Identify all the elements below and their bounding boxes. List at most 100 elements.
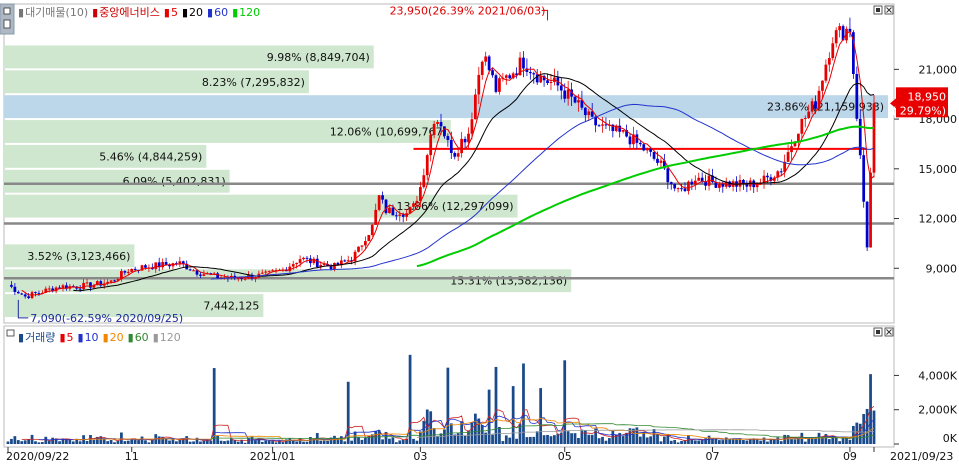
volume-bar bbox=[147, 442, 151, 444]
volume-bar bbox=[625, 432, 628, 444]
candle-body bbox=[858, 118, 862, 156]
candle-body bbox=[343, 260, 347, 262]
volume-bar bbox=[436, 436, 439, 444]
candle-body bbox=[260, 272, 264, 274]
volume-bar bbox=[649, 436, 653, 444]
volume-bar bbox=[391, 437, 395, 444]
candle-body bbox=[388, 207, 391, 214]
candle-body bbox=[587, 111, 591, 116]
volume-bar bbox=[745, 440, 749, 444]
candle-body bbox=[821, 80, 824, 91]
volume-bar bbox=[16, 440, 20, 444]
candle-body bbox=[346, 260, 350, 262]
volume-bar bbox=[721, 440, 725, 444]
candle-body bbox=[295, 262, 299, 265]
candle-body bbox=[810, 101, 814, 112]
volume-bar bbox=[171, 439, 175, 444]
price-panel-minimize-icon[interactable] bbox=[873, 5, 883, 15]
volume-bar bbox=[601, 436, 604, 444]
candle-body bbox=[652, 151, 656, 159]
candle-body bbox=[449, 139, 453, 153]
volume-bar bbox=[652, 429, 656, 444]
candle-body bbox=[360, 245, 364, 247]
candle-body bbox=[645, 148, 649, 151]
panel-toggle-icon[interactable] bbox=[0, 3, 15, 35]
price-panel-close-icon[interactable] bbox=[884, 5, 894, 15]
candle-body bbox=[467, 133, 470, 143]
volume-profile-label: 12.06% (10,699,767) bbox=[330, 126, 447, 139]
candle-body bbox=[264, 271, 268, 273]
volume-panel-minimize-icon[interactable] bbox=[873, 327, 883, 337]
volume-bar bbox=[419, 431, 422, 444]
volume-bar bbox=[236, 441, 240, 444]
volume-bar bbox=[463, 435, 467, 444]
candle-body bbox=[463, 138, 467, 143]
candle-body bbox=[869, 172, 872, 248]
volume-bar bbox=[34, 441, 37, 444]
volume-bar bbox=[326, 440, 329, 444]
volume-panel-close-icon[interactable] bbox=[884, 327, 894, 337]
candle-body bbox=[47, 288, 51, 290]
volume-bar bbox=[735, 439, 738, 444]
volume-bar bbox=[398, 440, 402, 444]
volume-bar bbox=[656, 434, 659, 444]
volume-bar bbox=[872, 410, 876, 444]
candle-body bbox=[398, 214, 402, 216]
x-tick-label: 2021/09/23 bbox=[890, 450, 953, 463]
candle-body bbox=[439, 122, 443, 127]
volume-bar bbox=[23, 440, 27, 444]
volume-bar bbox=[515, 438, 518, 444]
volume-bar bbox=[504, 435, 508, 444]
volume-bar bbox=[254, 440, 257, 444]
volume-bar bbox=[590, 434, 594, 444]
candle-body bbox=[697, 177, 701, 181]
volume-bar bbox=[13, 436, 17, 444]
volume-bar bbox=[109, 440, 113, 444]
volume-bar bbox=[188, 441, 192, 444]
volume-bar bbox=[106, 441, 110, 444]
stock-chart[interactable]: 3.52% (3,123,466) 5.46% (4,844,259) 6.09% … bbox=[0, 0, 959, 464]
candle-body bbox=[766, 175, 769, 178]
volume-bar bbox=[673, 439, 677, 444]
volume-bar bbox=[133, 440, 137, 444]
candle-body bbox=[27, 296, 30, 299]
volume-bar bbox=[803, 441, 807, 444]
candle-body bbox=[412, 203, 415, 207]
candle-body bbox=[638, 142, 642, 145]
candle-body bbox=[669, 182, 673, 184]
candle-body bbox=[377, 195, 381, 210]
candle-body bbox=[315, 258, 319, 268]
candle-body bbox=[202, 274, 206, 276]
volume-bar bbox=[570, 433, 573, 444]
candle-body bbox=[391, 207, 395, 216]
volume-bar bbox=[453, 434, 457, 444]
volume-bar bbox=[539, 388, 543, 444]
volume-bar bbox=[78, 441, 82, 444]
volume-bar bbox=[364, 437, 367, 444]
volume-bar bbox=[322, 440, 326, 444]
volume-bar bbox=[401, 439, 405, 444]
volume-bar bbox=[281, 442, 285, 444]
candle-body bbox=[604, 124, 608, 126]
volume-bar bbox=[608, 438, 611, 444]
candle-body bbox=[419, 187, 422, 201]
volume-bar bbox=[175, 441, 178, 444]
volume-bar bbox=[144, 440, 147, 444]
price-tick-label: 9,000 bbox=[926, 262, 958, 275]
volume-bar bbox=[216, 435, 220, 444]
volume-bar bbox=[793, 439, 797, 444]
candle-body bbox=[628, 136, 632, 145]
x-tick-label: 11 bbox=[125, 450, 139, 463]
volume-bar bbox=[700, 440, 704, 444]
volume-bar bbox=[164, 438, 168, 444]
candle-body bbox=[164, 262, 168, 265]
volume-bar bbox=[449, 423, 453, 444]
candle-body bbox=[133, 268, 137, 270]
volume-bar bbox=[116, 440, 120, 444]
volume-bar bbox=[267, 440, 271, 444]
volume-bar bbox=[157, 436, 161, 444]
candle-body bbox=[473, 94, 477, 120]
candle-body bbox=[302, 257, 305, 260]
volume-bar bbox=[223, 441, 226, 444]
candle-body bbox=[855, 74, 859, 119]
